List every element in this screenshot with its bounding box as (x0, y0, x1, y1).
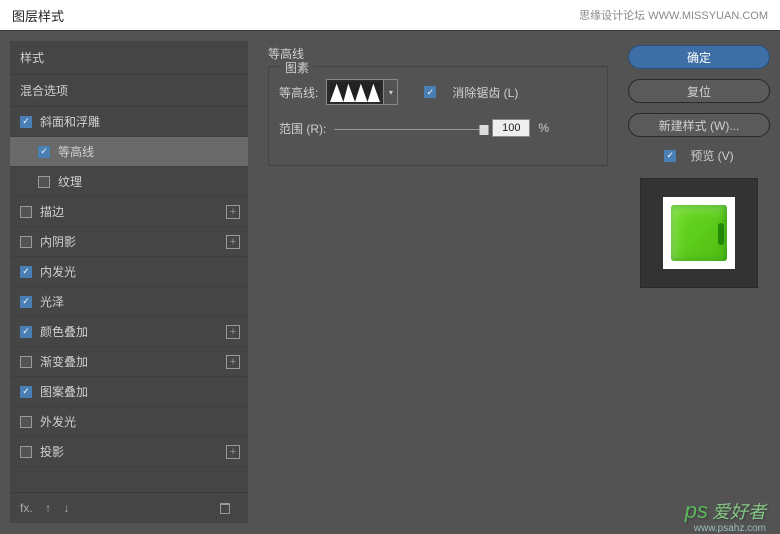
style-item-2[interactable]: 纹理 (10, 167, 248, 197)
main-panel: 等高线 图素 等高线: ▾ 消除锯齿 (L) 范围 (R): (258, 41, 618, 523)
add-effect-icon[interactable]: + (226, 205, 240, 219)
blend-options[interactable]: 混合选项 (10, 75, 248, 107)
style-item-11[interactable]: 投影 + (10, 437, 248, 467)
style-item-5[interactable]: 内发光 (10, 257, 248, 287)
style-label: 等高线 (58, 143, 94, 160)
style-checkbox[interactable] (38, 176, 50, 188)
content: 样式 混合选项 斜面和浮雕等高线纹理描边+内阴影+内发光光泽颜色叠加+渐变叠加+… (0, 31, 780, 533)
style-checkbox[interactable] (20, 116, 32, 128)
contour-dropdown[interactable]: ▾ (384, 79, 398, 105)
new-style-button[interactable]: 新建样式 (W)... (628, 113, 770, 137)
antialias-label: 消除锯齿 (L) (452, 84, 518, 101)
dialog-title: 图层样式 (12, 6, 64, 25)
add-effect-icon[interactable]: + (226, 355, 240, 369)
style-checkbox[interactable] (20, 446, 32, 458)
fx-icon[interactable]: fx. (20, 501, 33, 515)
styles-header: 样式 (10, 41, 248, 75)
fieldset-label: 图素 (281, 59, 313, 76)
preview-label: 预览 (V) (690, 147, 733, 164)
style-checkbox[interactable] (20, 386, 32, 398)
style-checkbox[interactable] (20, 266, 32, 278)
preview-frame (663, 197, 735, 269)
style-item-4[interactable]: 内阴影 + (10, 227, 248, 257)
style-label: 内阴影 (40, 233, 76, 250)
style-item-9[interactable]: 图案叠加 (10, 377, 248, 407)
style-label: 外发光 (40, 413, 76, 430)
style-item-1[interactable]: 等高线 (10, 137, 248, 167)
trash-icon[interactable] (220, 503, 230, 514)
style-label: 投影 (40, 443, 64, 460)
styles-panel: 样式 混合选项 斜面和浮雕等高线纹理描边 + 内阴影 + 内发光光泽颜色叠加 + 渐变叠加 +… (10, 41, 248, 523)
elements-fieldset: 图素 等高线: ▾ 消除锯齿 (L) 范围 (R): (268, 66, 608, 166)
title-bar: 图层样式 思缘设计论坛 WWW.MISSYUAN.COM (0, 0, 780, 30)
style-item-8[interactable]: 渐变叠加 + (10, 347, 248, 377)
style-item-0[interactable]: 斜面和浮雕 (10, 107, 248, 137)
styles-footer: fx. ↑ ↓ (10, 492, 248, 523)
style-checkbox[interactable] (20, 296, 32, 308)
style-label: 纹理 (58, 173, 82, 190)
down-icon[interactable]: ↓ (64, 501, 70, 515)
range-label: 范围 (R): (279, 120, 326, 137)
range-input[interactable] (492, 119, 530, 137)
style-checkbox[interactable] (20, 236, 32, 248)
preview-checkbox[interactable] (664, 150, 676, 162)
style-label: 斜面和浮雕 (40, 113, 100, 130)
style-checkbox[interactable] (20, 356, 32, 368)
add-effect-icon[interactable]: + (226, 325, 240, 339)
style-item-10[interactable]: 外发光 (10, 407, 248, 437)
reset-button[interactable]: 复位 (628, 79, 770, 103)
add-effect-icon[interactable]: + (226, 235, 240, 249)
preview-box (640, 178, 758, 288)
contour-picker[interactable] (326, 79, 384, 105)
style-item-3[interactable]: 描边 + (10, 197, 248, 227)
watermark-url: www.psahz.com (694, 523, 766, 534)
brand-label: 思缘设计论坛 WWW.MISSYUAN.COM (579, 7, 768, 23)
style-label: 图案叠加 (40, 383, 88, 400)
style-label: 描边 (40, 203, 64, 220)
preview-swatch (671, 205, 727, 261)
range-row: 范围 (R): % (279, 119, 597, 137)
section-title: 等高线 (268, 45, 608, 62)
preview-row: 预览 (V) (628, 147, 770, 164)
contour-row: 等高线: ▾ 消除锯齿 (L) (279, 79, 597, 105)
footer-left: fx. ↑ ↓ (20, 499, 78, 517)
style-checkbox[interactable] (20, 416, 32, 428)
style-item-7[interactable]: 颜色叠加 + (10, 317, 248, 347)
style-label: 渐变叠加 (40, 353, 88, 370)
style-checkbox[interactable] (20, 206, 32, 218)
right-panel: 确定 复位 新建样式 (W)... 预览 (V) (628, 41, 770, 523)
up-icon[interactable]: ↑ (45, 501, 51, 515)
range-unit: % (538, 121, 549, 135)
style-item-6[interactable]: 光泽 (10, 287, 248, 317)
style-label: 内发光 (40, 263, 76, 280)
style-label: 光泽 (40, 293, 64, 310)
antialias-checkbox[interactable] (424, 86, 436, 98)
ok-button[interactable]: 确定 (628, 45, 770, 69)
style-checkbox[interactable] (20, 326, 32, 338)
style-list: 斜面和浮雕等高线纹理描边 + 内阴影 + 内发光光泽颜色叠加 + 渐变叠加 + 图案叠加外发光投… (10, 107, 248, 467)
contour-label: 等高线: (279, 84, 318, 101)
add-effect-icon[interactable]: + (226, 445, 240, 459)
style-checkbox[interactable] (38, 146, 50, 158)
range-slider[interactable] (334, 120, 484, 136)
style-label: 颜色叠加 (40, 323, 88, 340)
